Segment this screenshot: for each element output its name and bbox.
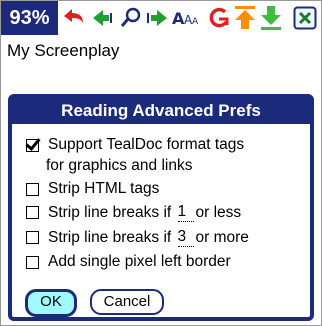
ok-button[interactable]: OK [25,289,77,317]
search-icon[interactable] [119,6,143,30]
next-arrow-icon[interactable] [143,6,169,30]
checkbox-support-tealdoc[interactable] [26,138,39,152]
line-break-min-field[interactable]: 1 [177,203,194,222]
prefs-dialog: Reading Advanced Prefs Support TealDoc f… [8,94,314,321]
svg-text:A: A [192,17,199,27]
option-support-tealdoc[interactable]: Support TealDoc format tags [26,136,244,154]
option-label-suffix: or more [195,228,249,246]
font-size-icon[interactable]: A A A [171,6,201,30]
checkbox-strip-breaks-more[interactable] [26,231,39,244]
option-label-suffix: or less [195,203,242,221]
document-title: My Screenplay [7,41,120,60]
cancel-button[interactable]: Cancel [90,289,164,315]
screen-frame: 93% A A A My Screenplay Reading Advanced… [0,0,322,326]
option-label: Strip line breaks if [48,203,172,221]
option-strip-breaks-less[interactable]: Strip line breaks if 1 or less [26,203,241,222]
toolbar: 93% A A A [1,1,321,35]
option-label: Strip HTML tags [48,180,160,197]
line-break-max-field[interactable]: 3 [177,228,194,247]
go-to-icon[interactable] [207,6,231,30]
dialog-title: Reading Advanced Prefs [12,98,310,124]
top-jump-icon[interactable] [233,6,257,30]
bottom-jump-icon[interactable] [259,6,283,30]
close-icon[interactable] [293,6,317,30]
checkbox-left-border[interactable] [26,255,39,269]
option-strip-html[interactable]: Strip HTML tags [26,180,159,198]
option-label: Strip line breaks if [48,228,172,246]
option-label-continued: for graphics and links [46,157,193,174]
back-arrow-icon[interactable] [61,6,87,30]
checkbox-strip-html[interactable] [26,182,39,196]
prev-arrow-icon[interactable] [91,6,117,30]
option-strip-breaks-more[interactable]: Strip line breaks if 3 or more [26,228,249,247]
battery-indicator: 93% [1,1,58,35]
option-left-border[interactable]: Add single pixel left border [26,253,231,271]
checkbox-strip-breaks-less[interactable] [26,206,39,219]
option-label: Add single pixel left border [48,253,231,270]
option-label: Support TealDoc format tags [48,136,245,153]
